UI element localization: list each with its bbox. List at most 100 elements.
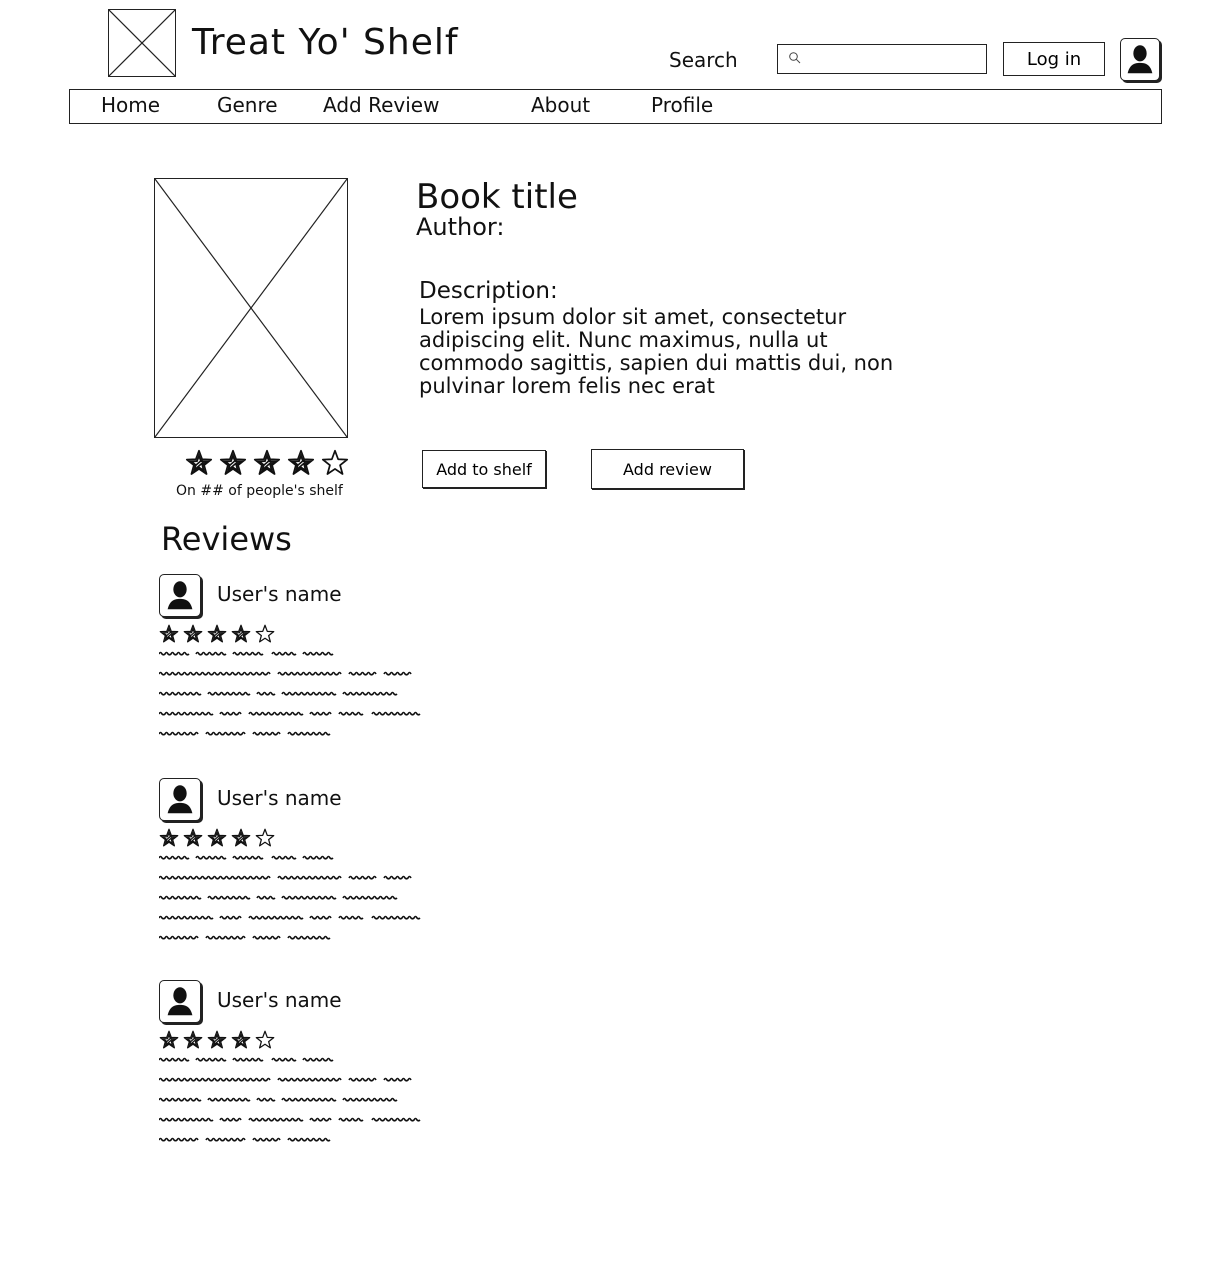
scribble-word xyxy=(256,895,276,900)
star-filled-icon xyxy=(183,624,203,643)
scribble-word xyxy=(256,691,276,696)
scribble-word xyxy=(195,855,227,860)
site-title: Treat Yo' Shelf xyxy=(192,22,459,63)
user-avatar-button[interactable] xyxy=(1120,38,1160,81)
scribble-word xyxy=(248,711,304,716)
star-filled-icon xyxy=(219,449,247,475)
scribble-word xyxy=(159,1117,214,1122)
nav-item-about[interactable]: About xyxy=(531,93,590,117)
nav-item-home[interactable]: Home xyxy=(101,93,160,117)
scribble-word xyxy=(271,1057,297,1062)
review-text-scribble xyxy=(159,855,421,940)
reviewer-avatar[interactable] xyxy=(159,980,201,1023)
scribble-word xyxy=(232,651,264,656)
star-empty-icon xyxy=(321,449,349,475)
star-filled-icon xyxy=(159,1030,179,1049)
image-placeholder-icon xyxy=(109,10,175,76)
scribble-word xyxy=(383,671,412,676)
scribble-word xyxy=(219,1117,242,1122)
scribble-word xyxy=(252,731,281,736)
star-filled-icon xyxy=(207,828,227,847)
nav-item-profile[interactable]: Profile xyxy=(651,93,713,117)
scribble-word xyxy=(248,1117,304,1122)
scribble-word xyxy=(256,1097,276,1102)
main-nav: Home Genre Add Review About Profile xyxy=(69,89,1162,124)
image-placeholder-icon xyxy=(155,179,347,437)
star-empty-icon xyxy=(255,1030,275,1049)
scribble-word xyxy=(205,935,246,940)
scribble-word xyxy=(277,1077,342,1082)
scribble-word xyxy=(309,711,332,716)
book-title: Book title xyxy=(416,177,578,217)
reviewer-avatar[interactable] xyxy=(159,778,201,821)
star-filled-icon xyxy=(253,449,281,475)
login-button[interactable]: Log in xyxy=(1003,42,1105,76)
scribble-word xyxy=(281,1097,337,1102)
scribble-word xyxy=(207,1097,251,1102)
description-label: Description: xyxy=(419,278,558,304)
reviewer-name[interactable]: User's name xyxy=(217,582,342,606)
scribble-word xyxy=(342,691,398,696)
review-rating xyxy=(159,624,275,644)
scribble-word xyxy=(159,1097,202,1102)
scribble-word xyxy=(232,855,264,860)
scribble-word xyxy=(287,731,331,736)
review-rating xyxy=(159,1030,275,1050)
scribble-word xyxy=(195,651,227,656)
scribble-word xyxy=(342,895,398,900)
star-filled-icon xyxy=(231,624,251,643)
scribble-word xyxy=(348,1077,377,1082)
scribble-word xyxy=(338,1117,364,1122)
scribble-word xyxy=(287,1137,331,1142)
review-item: User's name xyxy=(159,980,479,1150)
scribble-word xyxy=(159,1077,271,1082)
scribble-word xyxy=(159,711,214,716)
nav-item-add-review[interactable]: Add Review xyxy=(323,93,439,117)
search-input[interactable] xyxy=(806,48,981,70)
scribble-word xyxy=(309,915,332,920)
review-text-scribble xyxy=(159,651,421,736)
star-filled-icon xyxy=(185,449,213,475)
scribble-word xyxy=(302,1057,334,1062)
book-rating xyxy=(185,449,349,477)
search-field[interactable] xyxy=(777,44,987,74)
star-filled-icon xyxy=(183,828,203,847)
star-filled-icon xyxy=(207,624,227,643)
scribble-word xyxy=(205,1137,246,1142)
reviewer-avatar[interactable] xyxy=(159,574,201,617)
scribble-word xyxy=(281,691,337,696)
description-text: Lorem ipsum dolor sit amet, consectetur … xyxy=(419,305,894,398)
scribble-word xyxy=(159,855,190,860)
add-review-button[interactable]: Add review xyxy=(591,449,744,489)
scribble-word xyxy=(207,691,251,696)
scribble-word xyxy=(277,875,342,880)
scribble-word xyxy=(252,935,281,940)
star-filled-icon xyxy=(287,449,315,475)
nav-item-genre[interactable]: Genre xyxy=(217,93,278,117)
star-empty-icon xyxy=(255,828,275,847)
user-silhouette-icon xyxy=(167,785,193,814)
reviews-heading: Reviews xyxy=(161,520,292,558)
scribble-word xyxy=(281,895,337,900)
scribble-word xyxy=(248,915,304,920)
scribble-word xyxy=(271,855,297,860)
user-silhouette-icon xyxy=(167,987,193,1016)
scribble-word xyxy=(195,1057,227,1062)
reviewer-name[interactable]: User's name xyxy=(217,988,342,1012)
scribble-word xyxy=(159,915,214,920)
scribble-word xyxy=(371,711,421,716)
user-silhouette-icon xyxy=(167,581,193,610)
scribble-word xyxy=(159,935,199,940)
star-filled-icon xyxy=(207,1030,227,1049)
shelf-count-text: On ## of people's shelf xyxy=(176,483,343,499)
scribble-word xyxy=(287,935,331,940)
add-to-shelf-button[interactable]: Add to shelf xyxy=(422,450,546,488)
scribble-word xyxy=(159,651,190,656)
author-label: Author: xyxy=(416,213,505,241)
scribble-word xyxy=(302,651,334,656)
review-item: User's name xyxy=(159,778,479,948)
star-empty-icon xyxy=(255,624,275,643)
reviewer-name[interactable]: User's name xyxy=(217,786,342,810)
search-label: Search xyxy=(669,48,738,72)
scribble-word xyxy=(338,711,364,716)
